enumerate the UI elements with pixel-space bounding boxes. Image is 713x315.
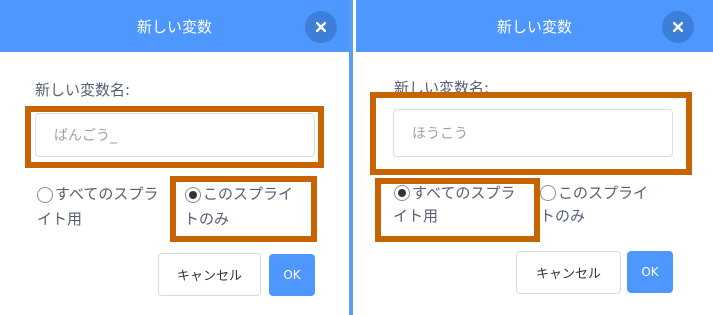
dialog-title: 新しい変数	[136, 17, 212, 36]
option-this-sprite-line2: トのみ	[540, 207, 586, 225]
option-all-sprites-label-cont[interactable]: イト用	[37, 207, 82, 232]
cancel-button[interactable]: キャンセル	[516, 251, 621, 294]
radio-this-sprite[interactable]	[540, 185, 556, 201]
option-all-sprites-line1: すべてのスプラ	[55, 185, 159, 203]
option-this-sprite-line1: このスプライ	[558, 184, 649, 202]
option-all-sprites-label[interactable]: すべてのスプラ	[55, 182, 158, 207]
dialog-header: 新しい変数	[356, 0, 713, 52]
option-this-sprite-label[interactable]: このスプライ	[558, 181, 648, 206]
option-all-sprites-line2: イト用	[37, 210, 83, 228]
highlight-box-this-sprite	[170, 176, 317, 242]
new-variable-dialog-left: 新しい変数 新しい変数名: ばんごう_ すべてのスプラ イト用 このスプライ ト…	[0, 0, 349, 315]
ok-button[interactable]: OK	[269, 254, 315, 296]
option-this-sprite-label-cont[interactable]: トのみ	[540, 204, 585, 229]
dialog-header: 新しい変数	[0, 0, 349, 52]
highlight-box-all-sprites	[375, 178, 540, 242]
close-button[interactable]	[305, 11, 337, 43]
cancel-button[interactable]: キャンセル	[158, 253, 261, 296]
radio-all-sprites[interactable]	[37, 187, 53, 203]
highlight-box-input	[25, 106, 324, 168]
variable-name-label: 新しい変数名:	[35, 81, 131, 99]
close-icon	[673, 22, 683, 32]
close-icon	[316, 22, 326, 32]
dialog-title: 新しい変数	[496, 17, 572, 36]
new-variable-dialog-right: 新しい変数 新しい変数名: ほうこう すべてのスプラ イト用 このスプライ トの…	[353, 0, 713, 315]
ok-button[interactable]: OK	[627, 251, 673, 293]
close-button[interactable]	[662, 11, 694, 43]
highlight-box-input	[370, 92, 692, 175]
